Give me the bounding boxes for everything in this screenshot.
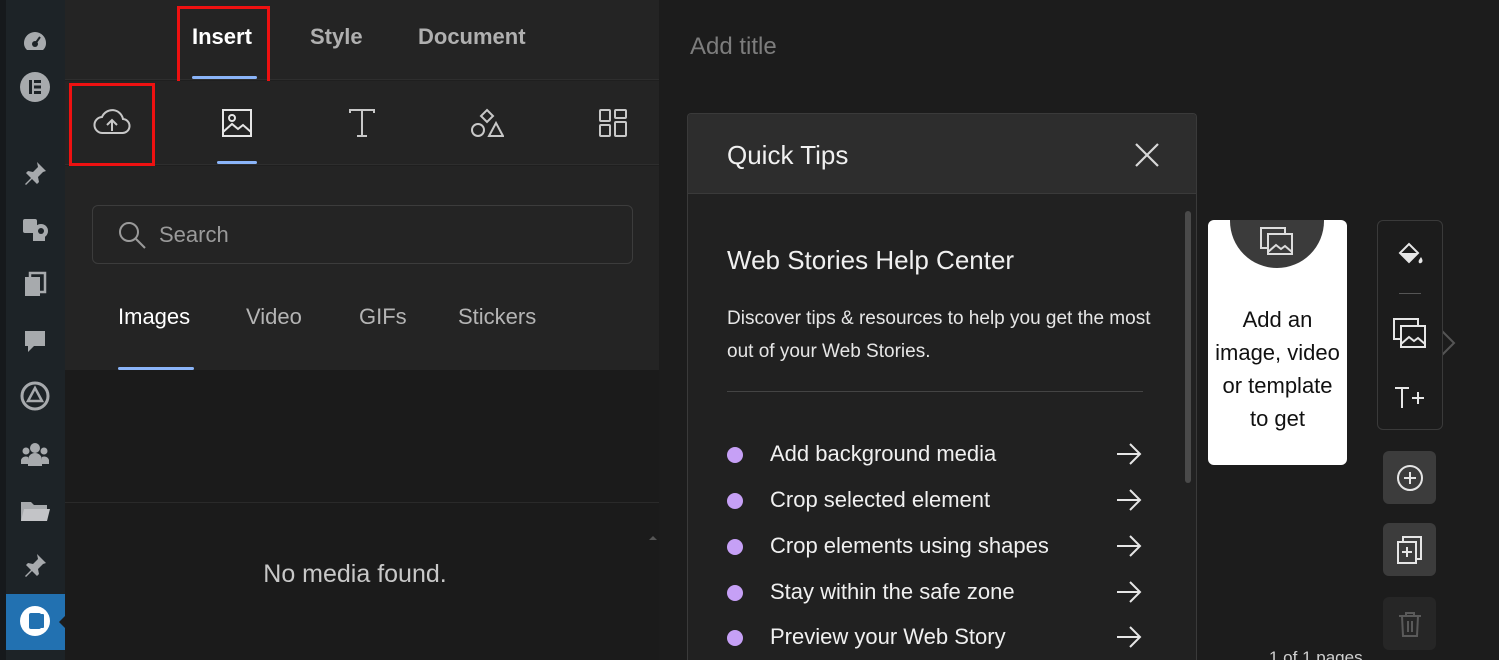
- search-icon: [119, 221, 146, 249]
- empty-state-message: No media found.: [263, 560, 447, 588]
- delete-page-button[interactable]: [1383, 597, 1436, 650]
- web-stories-icon: [20, 606, 50, 636]
- help-center-title: Web Stories Help Center: [727, 245, 1015, 275]
- library-panel: Insert Style Document Images Video GIFs: [65, 0, 659, 660]
- plus-circle-icon: [1396, 464, 1423, 491]
- tip-item[interactable]: Crop elements using shapes: [727, 531, 1145, 561]
- editor-workspace: Add title Quick Tips Web Stories Help Ce…: [659, 0, 1499, 660]
- tip-item[interactable]: Stay within the safe zone: [727, 577, 1145, 607]
- scrollbar[interactable]: [1185, 211, 1191, 483]
- tip-item[interactable]: Preview your Web Story: [727, 622, 1145, 652]
- add-text-button[interactable]: [1390, 378, 1430, 418]
- media-search-area: Images Video GIFs Stickers: [65, 166, 659, 370]
- story-page-canvas[interactable]: Add an image, video or template to get: [1208, 220, 1347, 465]
- upload-icon-highlight: [69, 83, 155, 166]
- page-toolbar: [1377, 220, 1443, 430]
- media-tab-gifs[interactable]: GIFs: [359, 304, 407, 330]
- close-icon: [1135, 143, 1159, 167]
- quick-tips-panel: Quick Tips Web Stories Help Center Disco…: [687, 113, 1197, 660]
- grid-icon: [599, 109, 627, 137]
- active-icon-indicator: [217, 161, 257, 164]
- users-icon[interactable]: [18, 437, 52, 471]
- media-library-button[interactable]: [215, 103, 259, 143]
- text-icon: [349, 109, 375, 137]
- add-page-button[interactable]: [1383, 451, 1436, 504]
- comments-icon[interactable]: [18, 324, 52, 358]
- appearance-icon[interactable]: [18, 379, 52, 413]
- pin-icon[interactable]: [18, 548, 52, 582]
- scroll-up-arrow[interactable]: [649, 532, 657, 540]
- background-fill-button[interactable]: [1390, 234, 1430, 274]
- tip-label: Crop selected element: [770, 487, 991, 512]
- folder-icon[interactable]: [18, 493, 52, 527]
- tip-label: Add background media: [770, 441, 997, 466]
- add-media-placeholder[interactable]: [1230, 220, 1324, 268]
- elementor-icon[interactable]: [18, 70, 52, 104]
- arrow-right-icon: [1117, 489, 1142, 511]
- arrow-right-icon: [1117, 581, 1142, 603]
- web-stories-menu-item[interactable]: [6, 594, 66, 650]
- duplicate-icon: [1396, 535, 1422, 564]
- story-title-input[interactable]: Add title: [690, 33, 777, 61]
- insert-tab-highlight: [177, 6, 270, 91]
- image-icon: [222, 109, 252, 137]
- media-tab-video[interactable]: Video: [246, 304, 302, 330]
- wp-admin-sidebar: [0, 0, 66, 660]
- text-add-icon: [1395, 387, 1424, 408]
- media-tab-stickers[interactable]: Stickers: [458, 304, 536, 330]
- bullet-dot: [727, 630, 743, 646]
- insert-media-button[interactable]: [1390, 313, 1430, 353]
- search-input[interactable]: [159, 221, 559, 248]
- bullet-dot: [727, 539, 743, 555]
- tip-item[interactable]: Crop selected element: [727, 485, 1145, 515]
- divider: [65, 502, 659, 503]
- media-icon: [1393, 318, 1426, 348]
- canvas-hint-text: Add an image, video or template to get: [1215, 307, 1340, 431]
- bullet-dot: [727, 585, 743, 601]
- pages-icon[interactable]: [18, 268, 52, 302]
- tip-label: Crop elements using shapes: [770, 533, 1049, 558]
- shapes-icon: [471, 108, 504, 137]
- tab-style[interactable]: Style: [310, 24, 363, 50]
- tip-item[interactable]: Add background media: [727, 439, 1145, 469]
- tip-label: Preview your Web Story: [770, 624, 1006, 649]
- trash-icon: [1398, 611, 1421, 637]
- media-placeholder-icon: [1260, 227, 1293, 255]
- search-box: [92, 205, 633, 264]
- bullet-dot: [727, 447, 743, 463]
- close-button[interactable]: [1131, 139, 1163, 171]
- paint-bucket-icon: [1398, 242, 1423, 264]
- pin-icon[interactable]: [18, 156, 52, 190]
- media-list: No media found.: [65, 370, 659, 660]
- editor-tabs: Insert Style Document: [65, 0, 659, 80]
- arrow-right-icon: [1117, 535, 1142, 557]
- arrow-right-icon: [1117, 626, 1142, 648]
- duplicate-page-button[interactable]: [1383, 523, 1436, 576]
- shapes-button[interactable]: [465, 103, 509, 143]
- media-tab-images[interactable]: Images: [118, 304, 190, 330]
- tab-document[interactable]: Document: [418, 24, 526, 50]
- bullet-dot: [727, 493, 743, 509]
- media-library-icon[interactable]: [18, 212, 52, 246]
- toolbar-separator: [1399, 293, 1421, 294]
- text-button[interactable]: [340, 103, 384, 143]
- quick-tips-title: Quick Tips: [727, 140, 849, 170]
- dashboard-icon[interactable]: [18, 25, 52, 59]
- arrow-right-icon: [1117, 443, 1142, 465]
- quick-tips-header: Quick Tips: [688, 114, 1196, 194]
- page-templates-button[interactable]: [591, 103, 635, 143]
- help-center-description: Discover tips & resources to help you ge…: [727, 308, 1151, 362]
- divider: [727, 391, 1143, 392]
- tip-label: Stay within the safe zone: [770, 579, 1015, 604]
- page-counter: 1 of 1 pages: [1269, 648, 1363, 660]
